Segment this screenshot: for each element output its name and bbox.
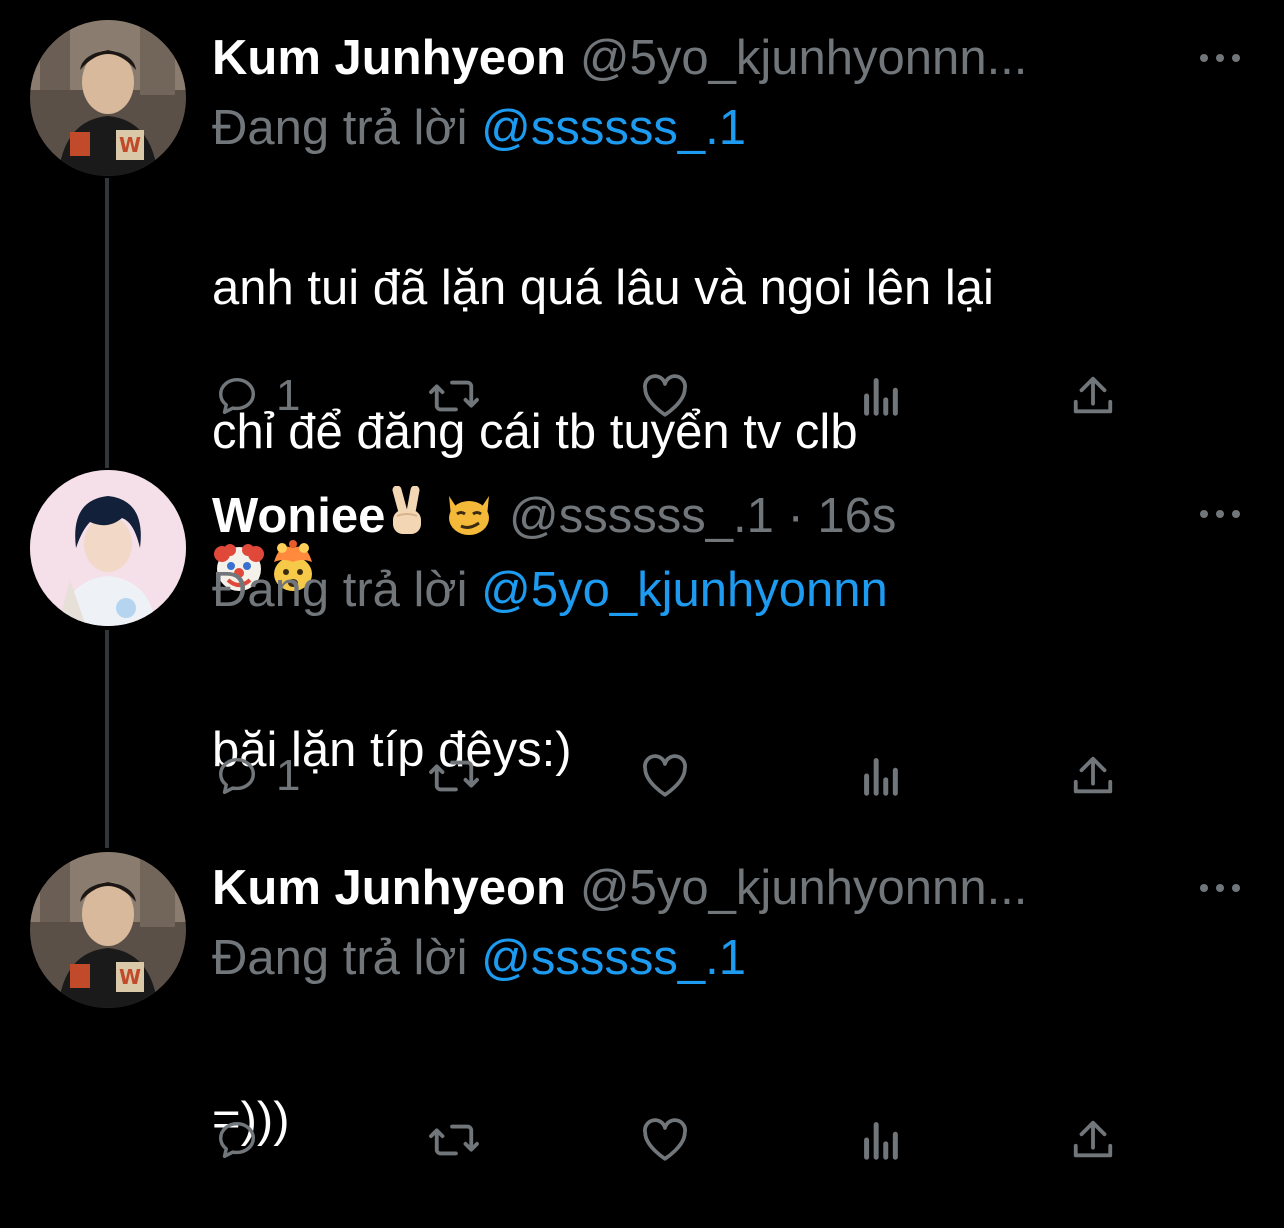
reply-count: 1 [276,751,301,800]
heart-icon [643,374,687,417]
retweet-icon [429,760,479,792]
reply-to-handle[interactable]: @5yo_kjunhyonnn [481,563,888,617]
share-button[interactable] [1070,368,1116,424]
reply-button[interactable] [214,1112,276,1168]
user-handle[interactable]: @5yo_kjunhyonnn... [580,861,1027,915]
share-button[interactable] [1070,748,1116,804]
tweet-header: Kum Junhyeon @5yo_kjunhyonnn... [212,858,1027,918]
heart-icon [643,754,687,797]
reply-to-handle[interactable]: @ssssss_.1 [481,101,746,155]
views-bar-chart-icon [864,378,898,416]
avatar[interactable] [30,470,186,626]
retweet-button[interactable] [426,368,482,424]
avatar[interactable]: W [30,852,186,1008]
replying-to-line: Đang trả lời @ssssss_.1 [212,928,746,988]
display-name[interactable]: Kum Junhyeon [212,31,566,85]
share-upload-icon [1073,756,1113,794]
display-name[interactable]: Kum Junhyeon [212,861,566,915]
user-handle[interactable]: @5yo_kjunhyonnn... [580,31,1027,85]
share-button[interactable] [1070,1112,1116,1168]
replying-to-line: Đang trả lời @ssssss_.1 [212,98,746,158]
victory-hand-emoji [385,485,429,552]
user-handle[interactable]: @ssssss_.1 · 16s [509,489,896,543]
views-button[interactable] [860,368,900,424]
tweet[interactable]: W Kum Junhyeon @5yo_kjunhyonnn... Đang tr… [0,850,1284,1179]
smirking-cat-emoji [443,486,495,552]
more-dots-icon[interactable] [1200,52,1240,64]
like-button[interactable] [640,368,690,424]
views-button[interactable] [860,1112,900,1168]
views-button[interactable] [860,748,900,804]
reply-prefix: Đang trả lời [212,931,468,985]
tweet-actions: 1 [212,368,1132,424]
more-dots-icon[interactable] [1200,508,1240,520]
reply-to-handle[interactable]: @ssssss_.1 [481,931,746,985]
reply-count: 1 [276,371,301,420]
reply-prefix: Đang trả lời [212,563,468,617]
svg-text:W: W [119,133,141,157]
svg-text:W: W [119,965,141,989]
reply-button[interactable]: 1 [214,748,300,804]
views-bar-chart-icon [864,758,898,796]
tweet-actions: 1 [212,748,1132,804]
tweet-actions [212,1112,1132,1168]
tweet-header: Woniee @ssssss_.1 · 16s [212,485,896,546]
tweet[interactable]: Woniee @ssssss_.1 · 16s Đang trả lời @5y… [0,460,1284,850]
share-upload-icon [1073,1120,1113,1158]
retweet-icon [429,1124,479,1156]
tweet-header: Kum Junhyeon @5yo_kjunhyonnn... [212,28,1027,88]
share-upload-icon [1073,376,1113,414]
more-dots-icon[interactable] [1200,882,1240,894]
retweet-icon [429,380,479,412]
reply-bubble-icon [218,757,256,795]
reply-bubble-icon [218,1121,256,1159]
tweet-text-line: anh tui đã lặn quá lâu và ngoi lên lại [212,261,994,315]
reply-prefix: Đang trả lời [212,101,468,155]
views-bar-chart-icon [864,1122,898,1160]
avatar[interactable]: W [30,20,186,176]
retweet-button[interactable] [426,748,482,804]
reply-button[interactable]: 1 [214,368,300,424]
like-button[interactable] [640,1112,690,1168]
retweet-button[interactable] [426,1112,482,1168]
heart-icon [643,1118,687,1161]
tweet[interactable]: W Kum Junhyeon @5yo_kjunhyonnn... Đang tr… [0,0,1284,591]
replying-to-line: Đang trả lời @5yo_kjunhyonnn [212,560,888,620]
display-name[interactable]: Woniee [212,489,385,543]
reply-bubble-icon [218,377,256,415]
like-button[interactable] [640,748,690,804]
